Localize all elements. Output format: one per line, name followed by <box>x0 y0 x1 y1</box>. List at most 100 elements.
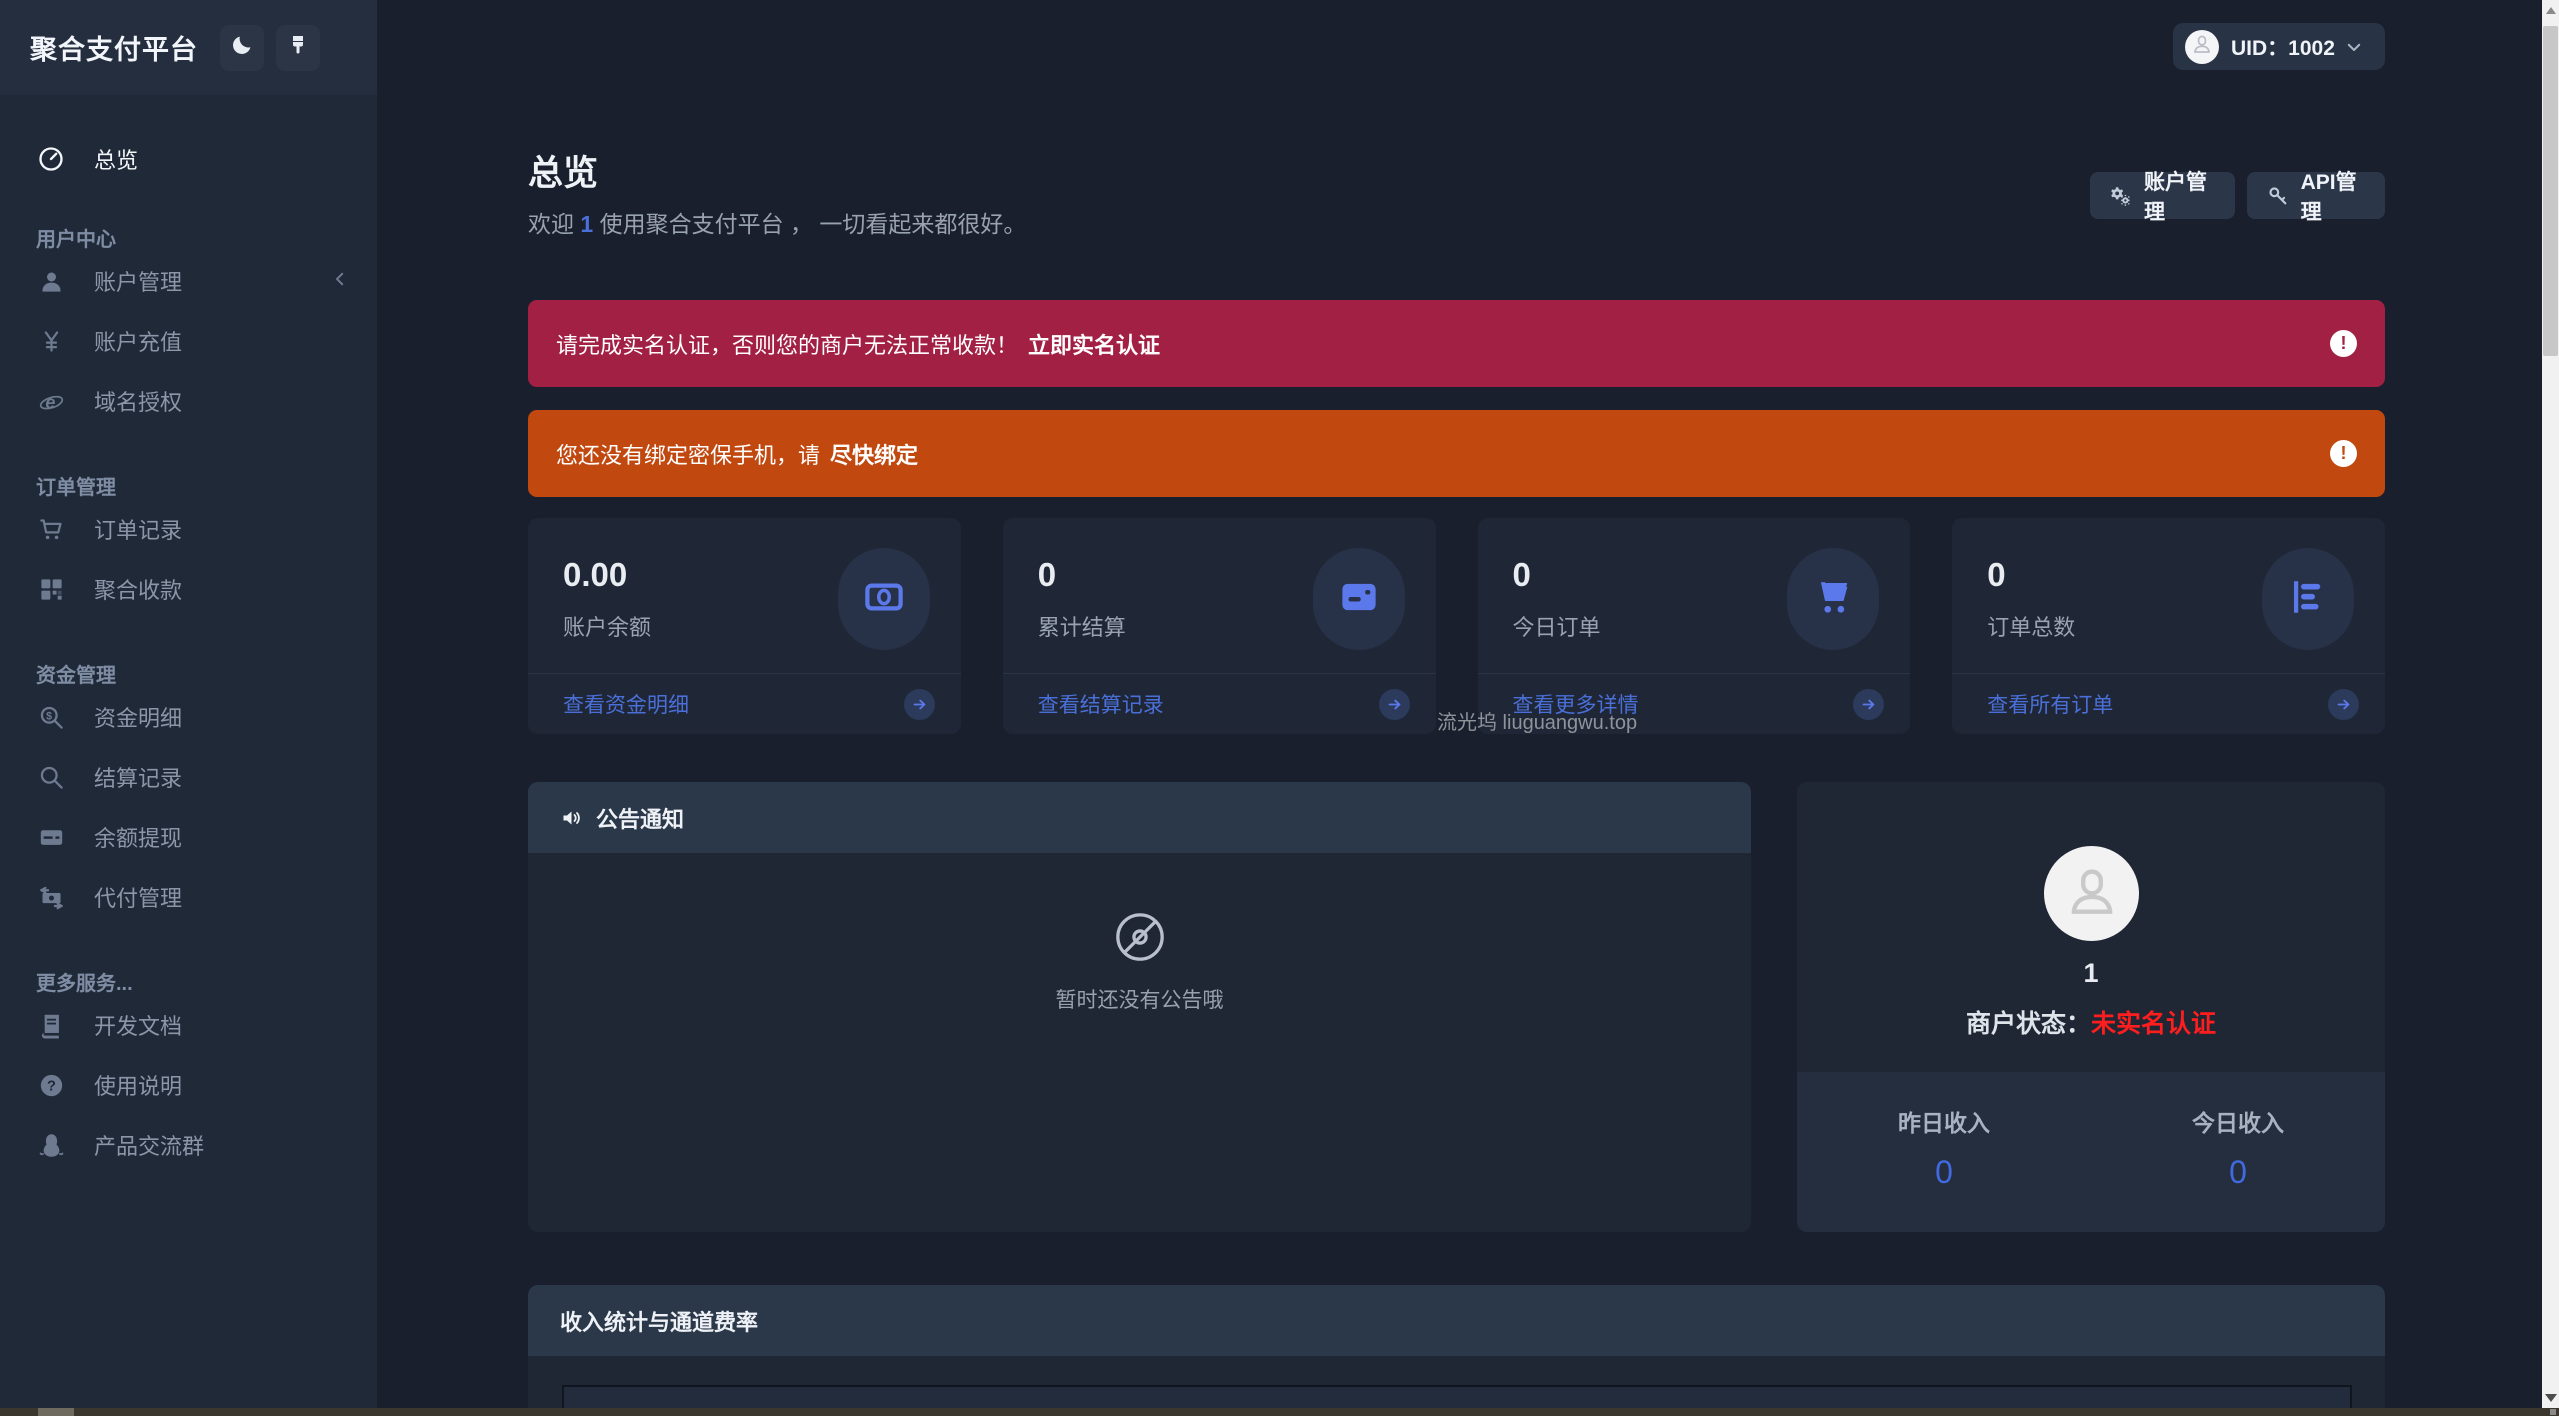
merchant-panel: 1 商户状态：未实名认证 昨日收入 0 今日收入 0 <box>1797 782 2385 1232</box>
yesterday-income-value: 0 <box>1935 1154 1953 1190</box>
user-icon <box>36 266 66 296</box>
exclamation-circle-icon: ! <box>2330 330 2357 357</box>
income-panel: 收入统计与通道费率 <box>528 1285 2385 1416</box>
sidebar-section-label: 更多服务... <box>36 972 133 995</box>
sidebar-item-yen[interactable]: 账户充值 <box>0 311 377 371</box>
svg-text:$: $ <box>46 710 52 722</box>
skin-toggle-button[interactable] <box>276 24 320 71</box>
vertical-scrollbar-thumb[interactable] <box>2543 26 2558 356</box>
stat-value: 0.00 <box>563 556 628 593</box>
avatar <box>2185 29 2219 64</box>
sidebar-item-globe-e[interactable]: e 域名授权 <box>0 371 377 431</box>
sidebar-item-search-dollar[interactable]: $ 资金明细 <box>0 687 377 747</box>
user-menu[interactable]: UID：1002 <box>2173 23 2385 70</box>
penguin-icon <box>36 1130 66 1160</box>
cart-icon <box>36 514 66 544</box>
svg-text:?: ? <box>47 1078 56 1094</box>
key-icon <box>2267 185 2289 207</box>
welcome-text: 欢迎 1 使用聚合支付平台 ， 一切看起来都很好。 <box>528 205 1026 239</box>
notice-empty-state: 暂时还没有公告哦 <box>528 909 1751 1014</box>
stat-icon-pill <box>837 548 930 650</box>
stat-card-banknote: 0.00 账户余额 查看资金明细 <box>528 518 961 734</box>
alert-message: 请完成实名认证，否则您的商户无法正常收款！ <box>556 332 1019 358</box>
page-title: 总览 <box>528 154 599 193</box>
sidebar-item-label: 开发文档 <box>94 1014 183 1039</box>
stat-link-label: 查看结算记录 <box>1037 694 1164 717</box>
notice-empty-text: 暂时还没有公告哦 <box>1055 989 1224 1012</box>
stat-cards-row: 0.00 账户余额 查看资金明细 0 累计结算 查看结算记录 0 今日订单 查看更多详情 0 订单总… <box>528 518 2385 734</box>
notice-panel: 公告通知 暂时还没有公告哦 <box>528 782 1751 1232</box>
horizontal-scrollbar-thumb[interactable] <box>38 1408 74 1416</box>
scrollbar-corner <box>2550 1409 2556 1415</box>
stat-card-barchart: 0 订单总数 查看所有订单 <box>1952 518 2385 734</box>
welcome-uid: 1 <box>580 211 594 237</box>
sidebar-item-book[interactable]: 开发文档 <box>0 995 377 1055</box>
welcome-suffix: 使用聚合支付平台 ， 一切看起来都很好。 <box>593 211 1027 237</box>
sidebar-item-penguin[interactable]: 产品交流群 <box>0 1115 377 1175</box>
search-icon <box>36 762 66 792</box>
merchant-income-footer: 昨日收入 0 今日收入 0 <box>1797 1072 2385 1232</box>
sidebar-item-qrcode[interactable]: 聚合收款 <box>0 559 377 619</box>
sidebar-item-label: 聚合收款 <box>94 578 183 603</box>
sidebar-section-label: 用户中心 <box>36 228 116 251</box>
theme-toggle-button[interactable] <box>220 24 264 71</box>
yesterday-income: 昨日收入 0 <box>1797 1072 2091 1232</box>
button-label: API管理 <box>2300 170 2357 224</box>
api-manage-button[interactable]: API管理 <box>2246 171 2385 224</box>
stat-label: 今日订单 <box>1512 615 1601 640</box>
sidebar-item-label: 产品交流群 <box>94 1134 205 1159</box>
exclamation-circle-icon: ! <box>2330 440 2357 467</box>
merchant-status: 商户状态：未实名认证 <box>1797 1004 2385 1040</box>
svg-text:e: e <box>45 392 55 412</box>
chevron-left-icon <box>331 268 349 294</box>
sidebar-section-label: 资金管理 <box>36 664 116 687</box>
globe-e-icon: e <box>36 386 66 416</box>
stat-icon-pill <box>2262 548 2354 650</box>
stat-card-cart-big: 0 今日订单 查看更多详情 <box>1477 518 1911 734</box>
cd-slash-icon <box>1112 913 1168 969</box>
horizontal-scrollbar[interactable] <box>0 1408 2559 1416</box>
alert-action-link[interactable]: 尽快绑定 <box>830 438 918 470</box>
welcome-prefix: 欢迎 <box>528 211 581 237</box>
sidebar-item-money-transfer[interactable]: 代付管理 <box>0 867 377 927</box>
page-actions: 账户管理 API管理 <box>2090 171 2385 224</box>
sidebar-item-label: 订单记录 <box>94 518 183 543</box>
sidebar-item-search[interactable]: 结算记录 <box>0 747 377 807</box>
stat-link-label: 查看所有订单 <box>1987 694 2114 717</box>
qrcode-icon <box>36 574 66 604</box>
sidebar-item-question[interactable]: ? 使用说明 <box>0 1055 377 1115</box>
stat-link-label: 查看资金明细 <box>563 694 689 717</box>
merchant-status-value: 未实名认证 <box>2091 1010 2217 1038</box>
stat-card-footer-link[interactable]: 查看所有订单 <box>1952 673 2385 734</box>
sidebar-item-overview[interactable]: 总览 <box>0 135 377 183</box>
yesterday-income-label: 昨日收入 <box>1898 1110 1990 1136</box>
today-income: 今日收入 0 <box>2091 1072 2385 1232</box>
search-dollar-icon: $ <box>36 702 66 732</box>
stat-value: 0 <box>1987 556 2006 593</box>
notice-panel-title: 公告通知 <box>596 806 685 832</box>
account-manage-button[interactable]: 账户管理 <box>2090 171 2235 224</box>
arrow-right-circle-icon <box>903 688 935 720</box>
idcard-icon <box>1338 576 1380 623</box>
phone-bind-alert-banner: 您还没有绑定密保手机，请 尽快绑定! <box>528 410 2385 497</box>
sidebar-item-label: 代付管理 <box>94 886 183 911</box>
brush-icon <box>286 33 310 62</box>
stat-card-footer-link[interactable]: 查看资金明细 <box>528 673 961 734</box>
sidebar-item-cart[interactable]: 订单记录 <box>0 499 377 559</box>
money-transfer-icon <box>36 882 66 912</box>
question-icon: ? <box>36 1070 66 1100</box>
alert-action-link[interactable]: 立即实名认证 <box>1028 328 1160 360</box>
sidebar-item-label: 结算记录 <box>94 766 183 791</box>
sidebar-item-user[interactable]: 账户管理 <box>0 251 377 311</box>
arrow-right-circle-icon <box>1853 688 1885 720</box>
chevron-down-icon <box>2345 38 2363 56</box>
vertical-scrollbar[interactable] <box>2542 0 2559 1408</box>
app-window: 聚合支付平台 总览 用户中心 账户管理 账户充值 e 域名授权 订单管理 订单记录 聚合收款 资金… <box>0 0 2559 1416</box>
barchart-icon <box>2287 576 2329 623</box>
stat-value: 0 <box>1512 556 1531 593</box>
sidebar-item-card[interactable]: 余额提现 <box>0 807 377 867</box>
scroll-up-arrow-icon[interactable] <box>2542 2 2559 18</box>
scroll-down-arrow-icon[interactable] <box>2542 1390 2559 1406</box>
stat-card-idcard: 0 累计结算 查看结算记录 <box>1002 518 1436 734</box>
stat-card-footer-link[interactable]: 查看结算记录 <box>1002 673 1436 734</box>
